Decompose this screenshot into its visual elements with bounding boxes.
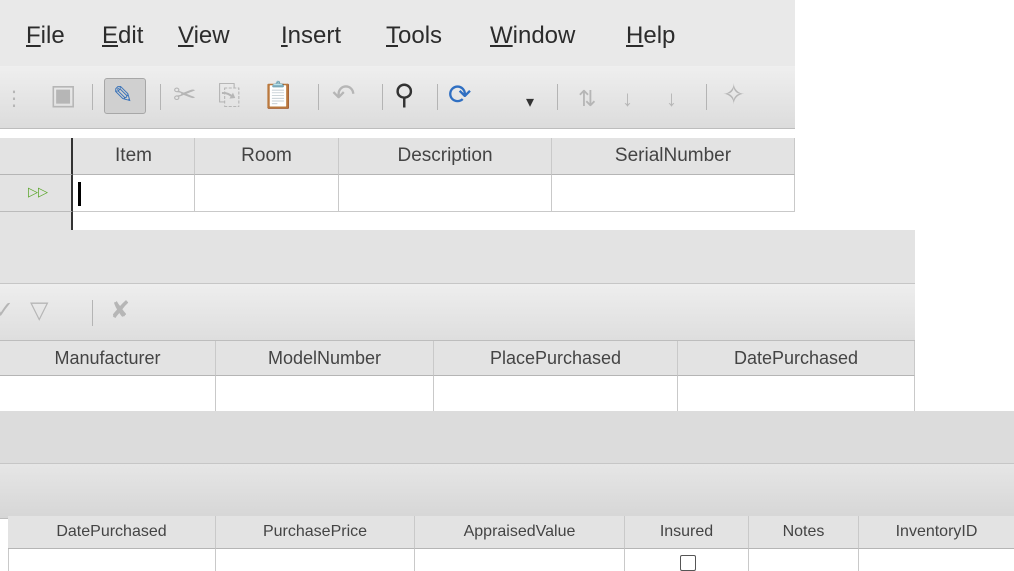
- menu-window[interactable]: Window: [490, 22, 575, 50]
- cell-datepurchased[interactable]: [678, 376, 915, 411]
- column-header-manufacturer[interactable]: Manufacturer: [0, 341, 216, 376]
- window-panel-2: ✓ ▽ ✘ Manufacturer ModelNumber PlacePurc…: [0, 230, 915, 411]
- cell-modelnumber[interactable]: [216, 376, 434, 411]
- toolbar-separator: [92, 300, 93, 326]
- toolbar-grip-icon[interactable]: ⋮: [4, 84, 24, 114]
- sort-descending-icon[interactable]: ↓: [666, 84, 677, 114]
- toolbar-separator: [160, 84, 161, 110]
- cell-insured: [625, 549, 749, 571]
- menu-bar: [0, 411, 1014, 464]
- column-header-placepurchased[interactable]: PlacePurchased: [434, 341, 678, 376]
- menu-view[interactable]: View: [178, 22, 230, 50]
- paste-icon[interactable]: 📋: [262, 80, 294, 110]
- chevron-down-icon[interactable]: ▾: [526, 88, 534, 118]
- cell-manufacturer[interactable]: [0, 376, 216, 411]
- cell-purchaseprice[interactable]: [216, 549, 415, 571]
- menu-edit[interactable]: Edit: [102, 22, 143, 50]
- menu-insert[interactable]: Insert: [281, 22, 341, 50]
- current-row-icon: ▷▷: [28, 184, 48, 199]
- window-panel-1: File Edit View Insert Tools Window Help …: [0, 0, 795, 230]
- column-header-insured[interactable]: Insured: [625, 516, 749, 549]
- data-grid-1: Item Room Description SerialNumber ▷▷: [0, 138, 795, 230]
- menu-file[interactable]: File: [26, 22, 65, 50]
- autofilter-icon[interactable]: ✧: [722, 80, 745, 110]
- toolbar-separator: [92, 84, 93, 110]
- cell-placepurchased[interactable]: [434, 376, 678, 411]
- edit-icon: ✎: [113, 82, 134, 109]
- insured-checkbox[interactable]: [680, 555, 696, 571]
- edit-mode-button[interactable]: ✎: [104, 78, 146, 114]
- sort-icon[interactable]: ⇅: [578, 84, 596, 114]
- cell-item[interactable]: [73, 175, 195, 212]
- row-header[interactable]: [0, 212, 73, 230]
- text-cursor: [78, 182, 81, 206]
- row-header[interactable]: ▷▷: [0, 175, 73, 212]
- column-header-description[interactable]: Description: [339, 138, 552, 175]
- toolbar-separator: [382, 84, 383, 110]
- menu-tools[interactable]: Tools: [386, 22, 442, 50]
- cell-notes[interactable]: [749, 549, 859, 571]
- column-header-datepurchased[interactable]: DatePurchased: [678, 341, 915, 376]
- refresh-icon[interactable]: ⟳: [448, 80, 471, 110]
- filter-icon[interactable]: ▽: [30, 296, 48, 326]
- column-header-datepurchased[interactable]: DatePurchased: [8, 516, 216, 549]
- remove-filter-icon[interactable]: ✘: [110, 296, 130, 326]
- cell-datepurchased[interactable]: [8, 549, 216, 571]
- column-header-modelnumber[interactable]: ModelNumber: [216, 341, 434, 376]
- save-icon[interactable]: ▣: [50, 80, 76, 110]
- toolbar-separator: [318, 84, 319, 110]
- cell-description[interactable]: [339, 175, 552, 212]
- data-grid-3: DatePurchased PurchasePrice AppraisedVal…: [0, 516, 1014, 571]
- find-icon[interactable]: ⚲: [394, 80, 415, 110]
- filter-toolbar: ✓ ▽ ✘: [0, 284, 915, 341]
- sort-ascending-icon[interactable]: ↓: [622, 84, 633, 114]
- menu-help[interactable]: Help: [626, 22, 675, 50]
- main-toolbar: ⋮ ▣ ✎ ✂ ⎘ 📋 ↶ ⚲ ⟳ ▾ ⇅ ↓ ↓ ✧: [0, 66, 795, 129]
- cell-serialnumber[interactable]: [552, 175, 795, 212]
- column-header-room[interactable]: Room: [195, 138, 339, 175]
- column-header-inventoryid[interactable]: InventoryID: [859, 516, 1014, 549]
- column-header-item[interactable]: Item: [73, 138, 195, 175]
- cell-appraisedvalue[interactable]: [415, 549, 625, 571]
- column-header-serialnumber[interactable]: SerialNumber: [552, 138, 795, 175]
- cut-icon[interactable]: ✂: [173, 80, 196, 110]
- cell-room[interactable]: [195, 175, 339, 212]
- toolbar-separator: [706, 84, 707, 110]
- column-header-purchaseprice[interactable]: PurchasePrice: [216, 516, 415, 549]
- data-grid-2: Manufacturer ModelNumber PlacePurchased …: [0, 341, 915, 411]
- copy-icon[interactable]: ⎘: [218, 80, 240, 110]
- toolbar-separator: [437, 84, 438, 110]
- menu-bar: [0, 230, 915, 284]
- toolbar-separator: [557, 84, 558, 110]
- menu-bar: File Edit View Insert Tools Window Help: [0, 0, 795, 66]
- undo-icon[interactable]: ↶: [332, 80, 355, 110]
- column-header-notes[interactable]: Notes: [749, 516, 859, 549]
- window-panel-3: DatePurchased PurchasePrice AppraisedVal…: [0, 411, 1014, 571]
- corner-header: [0, 138, 73, 175]
- cell-inventoryid[interactable]: [859, 549, 1014, 571]
- standard-filter-icon[interactable]: ✓: [0, 296, 14, 326]
- toolbar: [0, 464, 1014, 519]
- column-header-appraisedvalue[interactable]: AppraisedValue: [415, 516, 625, 549]
